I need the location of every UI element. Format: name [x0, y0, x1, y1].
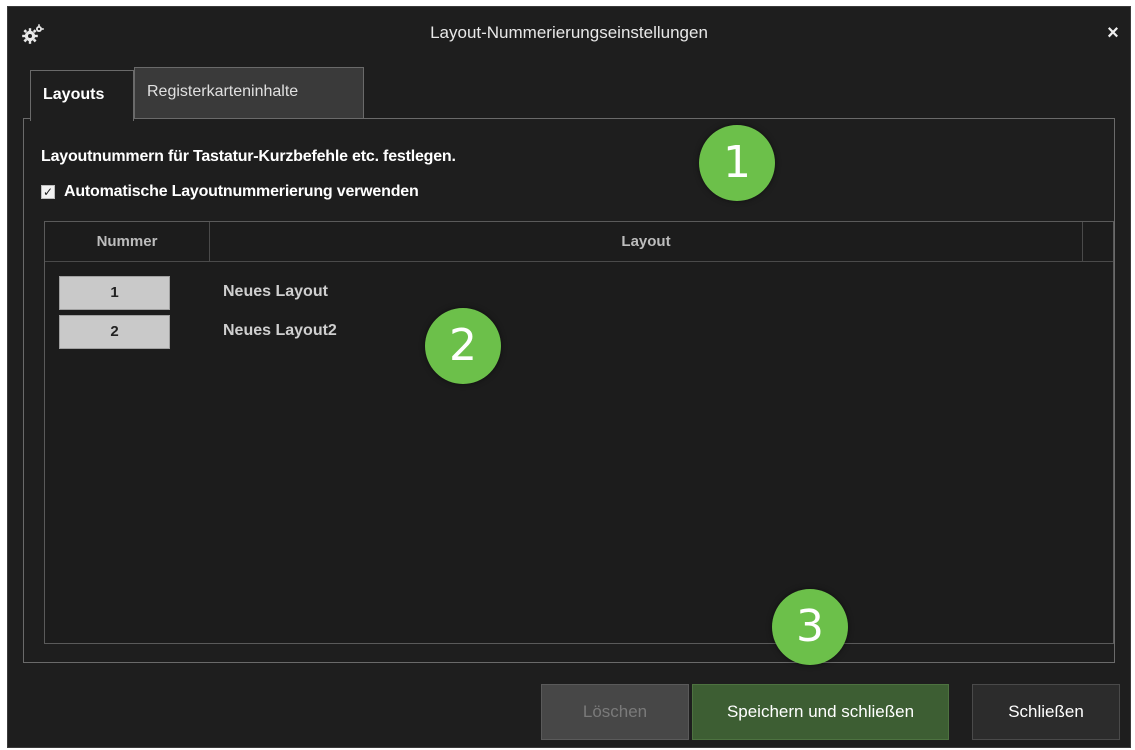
tab-layouts[interactable]: Layouts — [30, 70, 134, 121]
auto-numbering-option[interactable]: ✓ Automatische Layoutnummerierung verwen… — [41, 182, 419, 202]
close-button[interactable]: Schließen — [972, 684, 1120, 740]
callout-badge-1: 1 — [699, 125, 775, 201]
table-row: 2 Neues Layout2 — [45, 315, 1113, 351]
layout-number-button[interactable]: 2 — [59, 315, 170, 349]
dialog-title: Layout-Nummerierungseinstellungen — [430, 23, 708, 42]
checkmark-icon: ✓ — [42, 185, 54, 199]
title-bar: Layout-Nummerierungseinstellungen × — [8, 7, 1130, 59]
layout-table: Nummer Layout 1 Neues Layout 2 Neues Lay… — [44, 221, 1114, 644]
tab-registerkarteninhalte[interactable]: Registerkarteninhalte — [134, 67, 364, 119]
table-row: 1 Neues Layout — [45, 276, 1113, 312]
delete-button[interactable]: Löschen — [541, 684, 689, 740]
callout-badge-3: 3 — [772, 589, 848, 665]
layout-numbering-dialog: Layout-Nummerierungseinstellungen × Layo… — [7, 6, 1131, 748]
close-icon[interactable]: × — [1102, 21, 1124, 45]
auto-numbering-checkbox[interactable]: ✓ — [41, 185, 55, 199]
callout-badge-2: 2 — [425, 308, 501, 384]
auto-numbering-label: Automatische Layoutnummerierung verwende… — [64, 183, 419, 200]
column-header-spacer — [1082, 222, 1113, 262]
column-header-nummer[interactable]: Nummer — [45, 222, 210, 262]
layout-name: Neues Layout — [223, 283, 328, 300]
layouts-panel: Layoutnummern für Tastatur-Kurzbefehle e… — [23, 118, 1115, 663]
layout-name: Neues Layout2 — [223, 322, 337, 339]
column-header-layout[interactable]: Layout — [210, 222, 1082, 262]
save-and-close-button[interactable]: Speichern und schließen — [692, 684, 949, 740]
table-header: Nummer Layout — [45, 222, 1113, 262]
panel-description: Layoutnummern für Tastatur-Kurzbefehle e… — [41, 148, 456, 165]
layout-number-button[interactable]: 1 — [59, 276, 170, 310]
